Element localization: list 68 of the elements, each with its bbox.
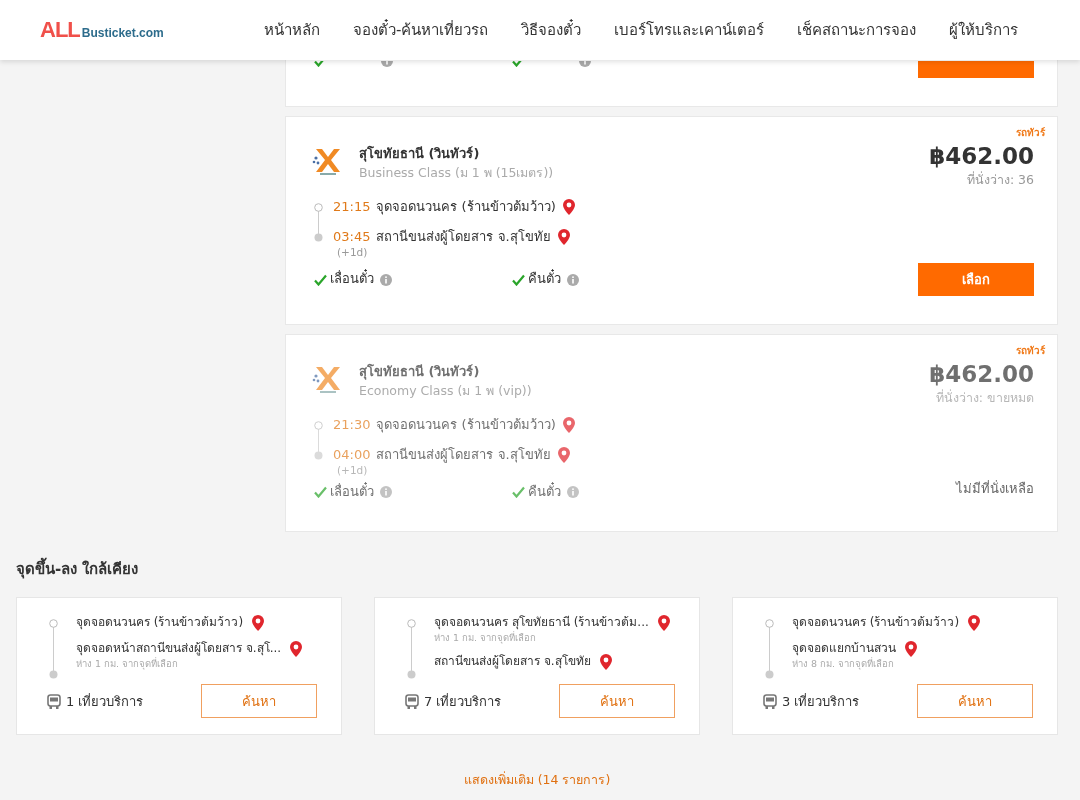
- day-offset: (+1d): [337, 245, 369, 259]
- bus-icon: [405, 693, 419, 709]
- seats-available: ที่นั่งว่าง: 36: [966, 172, 1034, 188]
- bus-class: Economy Class (ม 1 พ (vip)): [359, 383, 532, 399]
- distance-note: ห่าง 8 กม. จากจุดที่เลือก: [792, 658, 896, 671]
- stop-name: จุดจอดแยกบ้านสวน: [792, 641, 896, 657]
- route-timeline-icon: [314, 420, 323, 460]
- map-pin-icon: [598, 652, 613, 671]
- trip-count: 3 เที่ยวบริการ: [782, 692, 860, 711]
- bus-type-label: รถทัวร์: [1016, 345, 1045, 358]
- trip-count: 1 เที่ยวบริการ: [66, 692, 144, 711]
- price: ฿462.00: [929, 141, 1034, 171]
- map-pin-icon: [289, 640, 304, 659]
- feature-label: เลื่อนตั๋ว: [330, 271, 374, 288]
- route-timeline-icon: [765, 619, 774, 680]
- stop-name: จุดจอดนวนคร (ร้านข้าวต้มว้าว): [376, 416, 556, 433]
- bus-type-label: รถทัวร์: [1016, 127, 1045, 140]
- feature-label: คืนตั๋ว: [528, 484, 561, 501]
- departure-time: 21:30: [333, 416, 371, 433]
- route-timeline-icon: [49, 619, 58, 680]
- departure-time: 04:00: [333, 446, 371, 463]
- bus-icon: [763, 693, 777, 709]
- distance-note: ห่าง 1 กม. จากจุดที่เลือก: [434, 632, 538, 645]
- departure-time: 03:45: [333, 228, 371, 245]
- nav-link[interactable]: จองตั๋ว-ค้นหาเที่ยวรถ: [353, 18, 489, 42]
- select-button[interactable]: [918, 61, 1034, 78]
- map-pin-icon: [967, 614, 982, 633]
- info-icon: [567, 486, 579, 499]
- stop-name: สถานีขนส่งผู้โดยสาร จ.สุโขทัย: [376, 228, 551, 245]
- map-pin-icon: [561, 415, 576, 434]
- seats-available: ที่นั่งว่าง: ขายหมด: [935, 390, 1034, 406]
- stop-name: จุดจอดนวนคร สุโขทัยธานี (ร้านข้าวต้ม...: [434, 615, 649, 631]
- feature-label: เลื่อนตั๋ว: [330, 484, 374, 501]
- stop-name: จุดจอดนวนคร (ร้านข้าวต้มว้าว): [792, 615, 960, 632]
- nav-link[interactable]: เช็คสถานะการจอง: [797, 18, 917, 42]
- nav-link[interactable]: วิธีจองตั๋ว: [521, 18, 582, 42]
- site-logo[interactable]: ALLBusticket.com: [40, 17, 260, 43]
- nav-link[interactable]: ผู้ให้บริการ: [949, 18, 1019, 42]
- info-icon: [567, 273, 579, 286]
- map-pin-icon: [561, 197, 576, 216]
- route-timeline-icon: [314, 202, 323, 242]
- trip-count: 7 เที่ยวบริการ: [424, 692, 502, 711]
- stop-name: สถานีขนส่งผู้โดยสาร จ.สุโขทัย: [434, 653, 591, 670]
- map-pin-icon: [904, 640, 918, 659]
- day-offset: (+1d): [337, 463, 369, 477]
- departure-time: 21:15: [333, 198, 371, 215]
- distance-note: ห่าง 1 กม. จากจุดที่เลือก: [76, 658, 180, 671]
- info-icon: [380, 486, 392, 499]
- map-pin-icon: [251, 614, 266, 633]
- stop-name: สถานีขนส่งผู้โดยสาร จ.สุโขทัย: [376, 446, 551, 463]
- feature-label: คืนตั๋ว: [528, 271, 561, 288]
- stop-name: จุดจอดหน้าสถานีขนส่งผู้โดยสาร จ.สุโ...: [76, 641, 282, 657]
- nav-link[interactable]: หน้าหลัก: [264, 18, 320, 42]
- route-timeline-icon: [407, 619, 416, 680]
- map-pin-icon: [656, 614, 671, 633]
- stop-name: จุดจอดนวนคร (ร้านข้าวต้มว้าว): [76, 615, 244, 632]
- bus-icon: [47, 693, 61, 709]
- price: ฿462.00: [929, 359, 1034, 389]
- map-pin-icon: [556, 445, 571, 464]
- nav-link[interactable]: เบอร์โทรและเคาน์เตอร์: [614, 18, 765, 42]
- operator-name: สุโขทัยธานี (วินทัวร์): [359, 146, 481, 163]
- section-title: จุดขึ้น-ลง ใกล้เคียง: [16, 557, 1080, 582]
- bus-class: Business Class (ม 1 พ (15เมตร)): [359, 165, 554, 181]
- stop-name: จุดจอดนวนคร (ร้านข้าวต้มว้าว): [376, 198, 556, 215]
- map-pin-icon: [556, 227, 571, 246]
- info-icon: [380, 273, 392, 286]
- sold-out-status: ไม่มีที่นั่งเหลือ: [956, 481, 1034, 498]
- operator-name: สุโขทัยธานี (วินทัวร์): [359, 364, 481, 381]
